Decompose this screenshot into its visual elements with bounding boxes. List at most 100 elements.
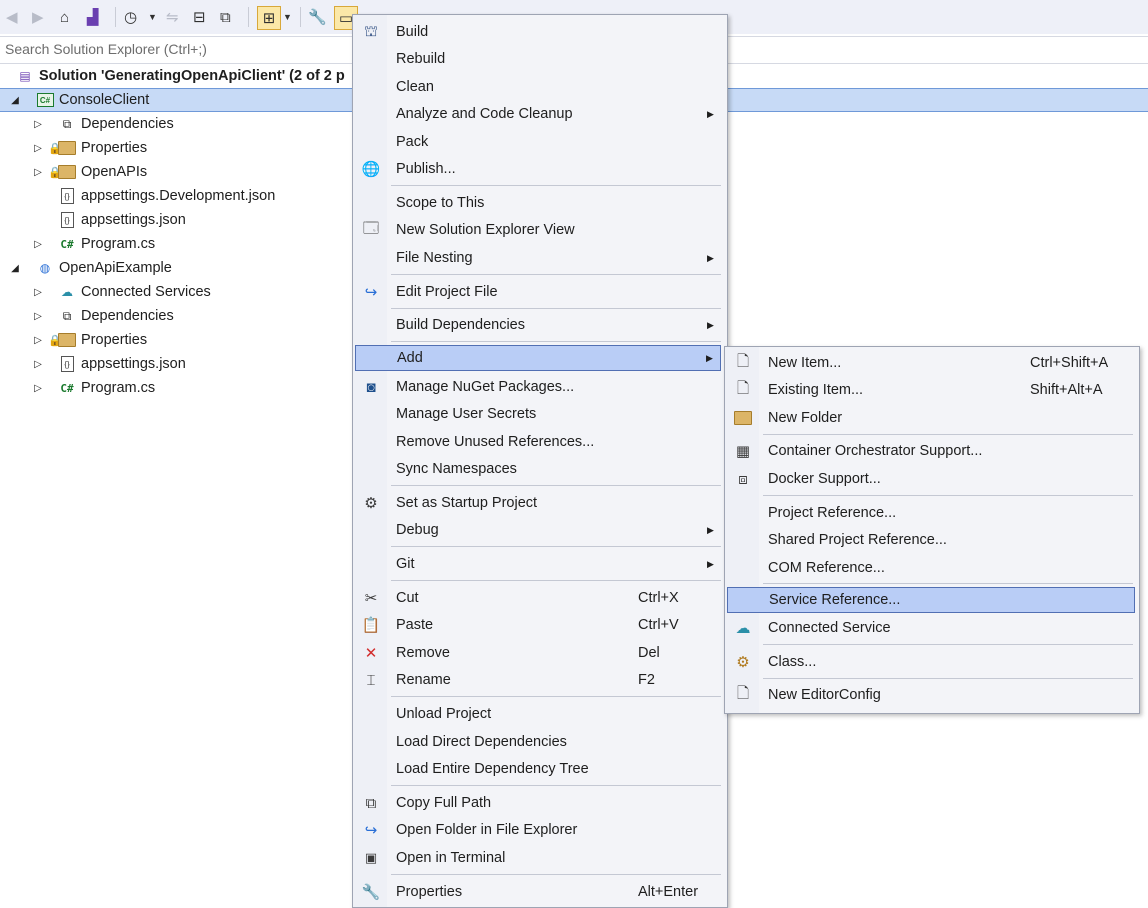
menu-item-set-as-startup-project[interactable]: ⚙ Set as Startup Project [355, 490, 723, 516]
menu-item-rebuild[interactable]: Rebuild [355, 46, 723, 72]
tree-item-label: Dependencies [81, 308, 174, 324]
menu-item-file-nesting[interactable]: File Nesting ▶ [355, 245, 723, 271]
pending-changes-filter-icon[interactable]: ◷ [124, 6, 137, 28]
submenu-arrow-icon: ▶ [707, 558, 714, 569]
lock-icon: 🔒 [48, 142, 62, 155]
menu-item-clean[interactable]: Clean [355, 74, 723, 100]
collapsed-triangle-icon[interactable]: ▷ [33, 335, 43, 346]
collapsed-triangle-icon[interactable]: ▷ [33, 287, 43, 298]
menu-item-paste[interactable]: 📋 Paste Ctrl+V [355, 612, 723, 638]
search-placeholder: Search Solution Explorer (Ctrl+;) [5, 41, 207, 57]
csharp-file-icon: C# [60, 237, 74, 251]
submenu-item-project-reference[interactable]: Project Reference... [727, 500, 1135, 526]
menu-item-rename[interactable]: ⌶ Rename F2 [355, 667, 723, 693]
menu-item-properties[interactable]: 🔧 Properties Alt+Enter [355, 879, 723, 905]
wrench-icon[interactable]: 🔧 [308, 6, 327, 28]
submenu-item-existing-item[interactable]: 🗋 Existing Item... Shift+Alt+A [727, 377, 1135, 403]
collapse-all-icon[interactable]: ⊟ [193, 6, 206, 28]
expanded-triangle-icon[interactable]: ◢ [10, 263, 20, 274]
new-view-icon: 🗔 [362, 219, 380, 237]
menu-item-unload-project[interactable]: Unload Project [355, 701, 723, 727]
globe-publish-icon: 🌐 [361, 161, 381, 178]
collapsed-triangle-icon[interactable]: ▷ [33, 311, 43, 322]
submenu-item-new-folder[interactable]: New Folder [727, 405, 1135, 431]
context-menu: ⛫ Build Rebuild Clean Analyze and Code C… [352, 14, 728, 908]
web-project-icon: ◍ [39, 261, 51, 275]
json-file-icon: {} [58, 355, 76, 373]
menu-item-edit-project-file[interactable]: ↪ Edit Project File [355, 279, 723, 305]
submenu-item-container-orchestrator-support[interactable]: ▦ Container Orchestrator Support... [727, 438, 1135, 464]
connected-service-icon: ☁ [735, 620, 751, 637]
solution-icon: ▤ [19, 69, 31, 83]
chevron-down-icon[interactable]: ▼ [148, 6, 157, 28]
menu-item-load-entire-dependency-tree[interactable]: Load Entire Dependency Tree [355, 756, 723, 782]
menu-item-build[interactable]: ⛫ Build [355, 19, 723, 45]
properties-folder-icon [58, 331, 76, 349]
menu-item-sync-namespaces[interactable]: Sync Namespaces [355, 456, 723, 482]
menu-item-manage-nuget-packages[interactable]: ◙ Manage NuGet Packages... [355, 374, 723, 400]
collapsed-triangle-icon[interactable]: ▷ [33, 167, 43, 178]
sync-with-document-icon[interactable]: ⇋ [166, 6, 179, 28]
submenu-arrow-icon: ▶ [707, 524, 714, 535]
gear-icon: ⚙ [364, 495, 378, 512]
switch-views-icon[interactable]: ▟ [87, 6, 99, 28]
tree-item-label: appsettings.Development.json [81, 188, 276, 204]
home-icon[interactable]: ⌂ [60, 6, 69, 28]
menu-item-remove[interactable]: ✕ Remove Del [355, 640, 723, 666]
rename-icon: ⌶ [366, 671, 376, 689]
tree-item-label: OpenApiExample [59, 260, 172, 276]
submenu-arrow-icon: ▶ [706, 352, 713, 363]
back-icon[interactable]: ◀ [6, 6, 18, 28]
submenu-item-connected-service[interactable]: ☁ Connected Service [727, 615, 1135, 641]
connected-services-icon: ☁ [61, 285, 73, 299]
menu-item-load-direct-dependencies[interactable]: Load Direct Dependencies [355, 729, 723, 755]
collapsed-triangle-icon[interactable]: ▷ [33, 359, 43, 370]
menu-item-publish[interactable]: 🌐 Publish... [355, 156, 723, 182]
expanded-triangle-icon[interactable]: ◢ [10, 95, 20, 106]
view-toggle-icon[interactable]: ⊞ [257, 6, 281, 30]
submenu-item-shared-project-reference[interactable]: Shared Project Reference... [727, 527, 1135, 553]
submenu-item-docker-support[interactable]: ⧈ Docker Support... [727, 466, 1135, 492]
menu-item-open-folder-in-file-explorer[interactable]: ↪ Open Folder in File Explorer [355, 817, 723, 843]
tree-item-label: OpenAPIs [81, 164, 148, 180]
submenu-arrow-icon: ▶ [707, 252, 714, 263]
menu-item-manage-user-secrets[interactable]: Manage User Secrets [355, 401, 723, 427]
menu-item-git[interactable]: Git ▶ [355, 551, 723, 577]
menu-item-build-dependencies[interactable]: Build Dependencies ▶ [355, 312, 723, 338]
menu-item-add[interactable]: Add ▶ [355, 345, 721, 371]
menu-item-analyze-and-code-cleanup[interactable]: Analyze and Code Cleanup ▶ [355, 101, 723, 127]
submenu-item-new-item[interactable]: 🗋 New Item... Ctrl+Shift+A [727, 350, 1135, 376]
submenu-item-new-editorconfig[interactable]: 🗋 New EditorConfig [727, 682, 1135, 708]
show-all-files-icon[interactable]: ⧉ [220, 6, 231, 28]
submenu-item-class[interactable]: ⚙ Class... [727, 649, 1135, 675]
tree-item-label: appsettings.json [81, 212, 186, 228]
paste-icon: 📋 [361, 617, 381, 634]
menu-item-copy-full-path[interactable]: ⧉ Copy Full Path [355, 790, 723, 816]
chevron-down-icon[interactable]: ▼ [283, 6, 292, 28]
menu-item-open-in-terminal[interactable]: ▣ Open in Terminal [355, 845, 723, 871]
submenu-item-com-reference[interactable]: COM Reference... [727, 555, 1135, 581]
menu-item-cut[interactable]: ✂ Cut Ctrl+X [355, 585, 723, 611]
collapsed-triangle-icon[interactable]: ▷ [33, 143, 43, 154]
tree-item-label: Properties [81, 332, 148, 348]
collapsed-triangle-icon[interactable]: ▷ [33, 119, 43, 130]
submenu-arrow-icon: ▶ [707, 319, 714, 330]
submenu-item-service-reference[interactable]: Service Reference... [727, 587, 1135, 613]
forward-icon[interactable]: ▶ [32, 6, 44, 28]
menu-item-debug[interactable]: Debug ▶ [355, 517, 723, 543]
menu-item-new-solution-explorer-view[interactable]: 🗔 New Solution Explorer View [355, 217, 723, 243]
editorconfig-icon: 🗋 [736, 684, 750, 702]
dependencies-icon: ⧉ [62, 308, 72, 323]
copy-icon: ⧉ [365, 794, 377, 812]
menu-item-scope-to-this[interactable]: Scope to This [355, 190, 723, 216]
json-file-icon: {} [58, 187, 76, 205]
remove-x-icon: ✕ [364, 645, 378, 662]
menu-item-remove-unused-references[interactable]: Remove Unused References... [355, 429, 723, 455]
wrench-icon: 🔧 [361, 884, 381, 901]
collapsed-triangle-icon[interactable]: ▷ [33, 239, 43, 250]
menu-item-pack[interactable]: Pack [355, 129, 723, 155]
submenu-arrow-icon: ▶ [707, 108, 714, 119]
json-file-icon: {} [58, 211, 76, 229]
csharp-file-icon: C# [60, 381, 74, 395]
collapsed-triangle-icon[interactable]: ▷ [33, 383, 43, 394]
